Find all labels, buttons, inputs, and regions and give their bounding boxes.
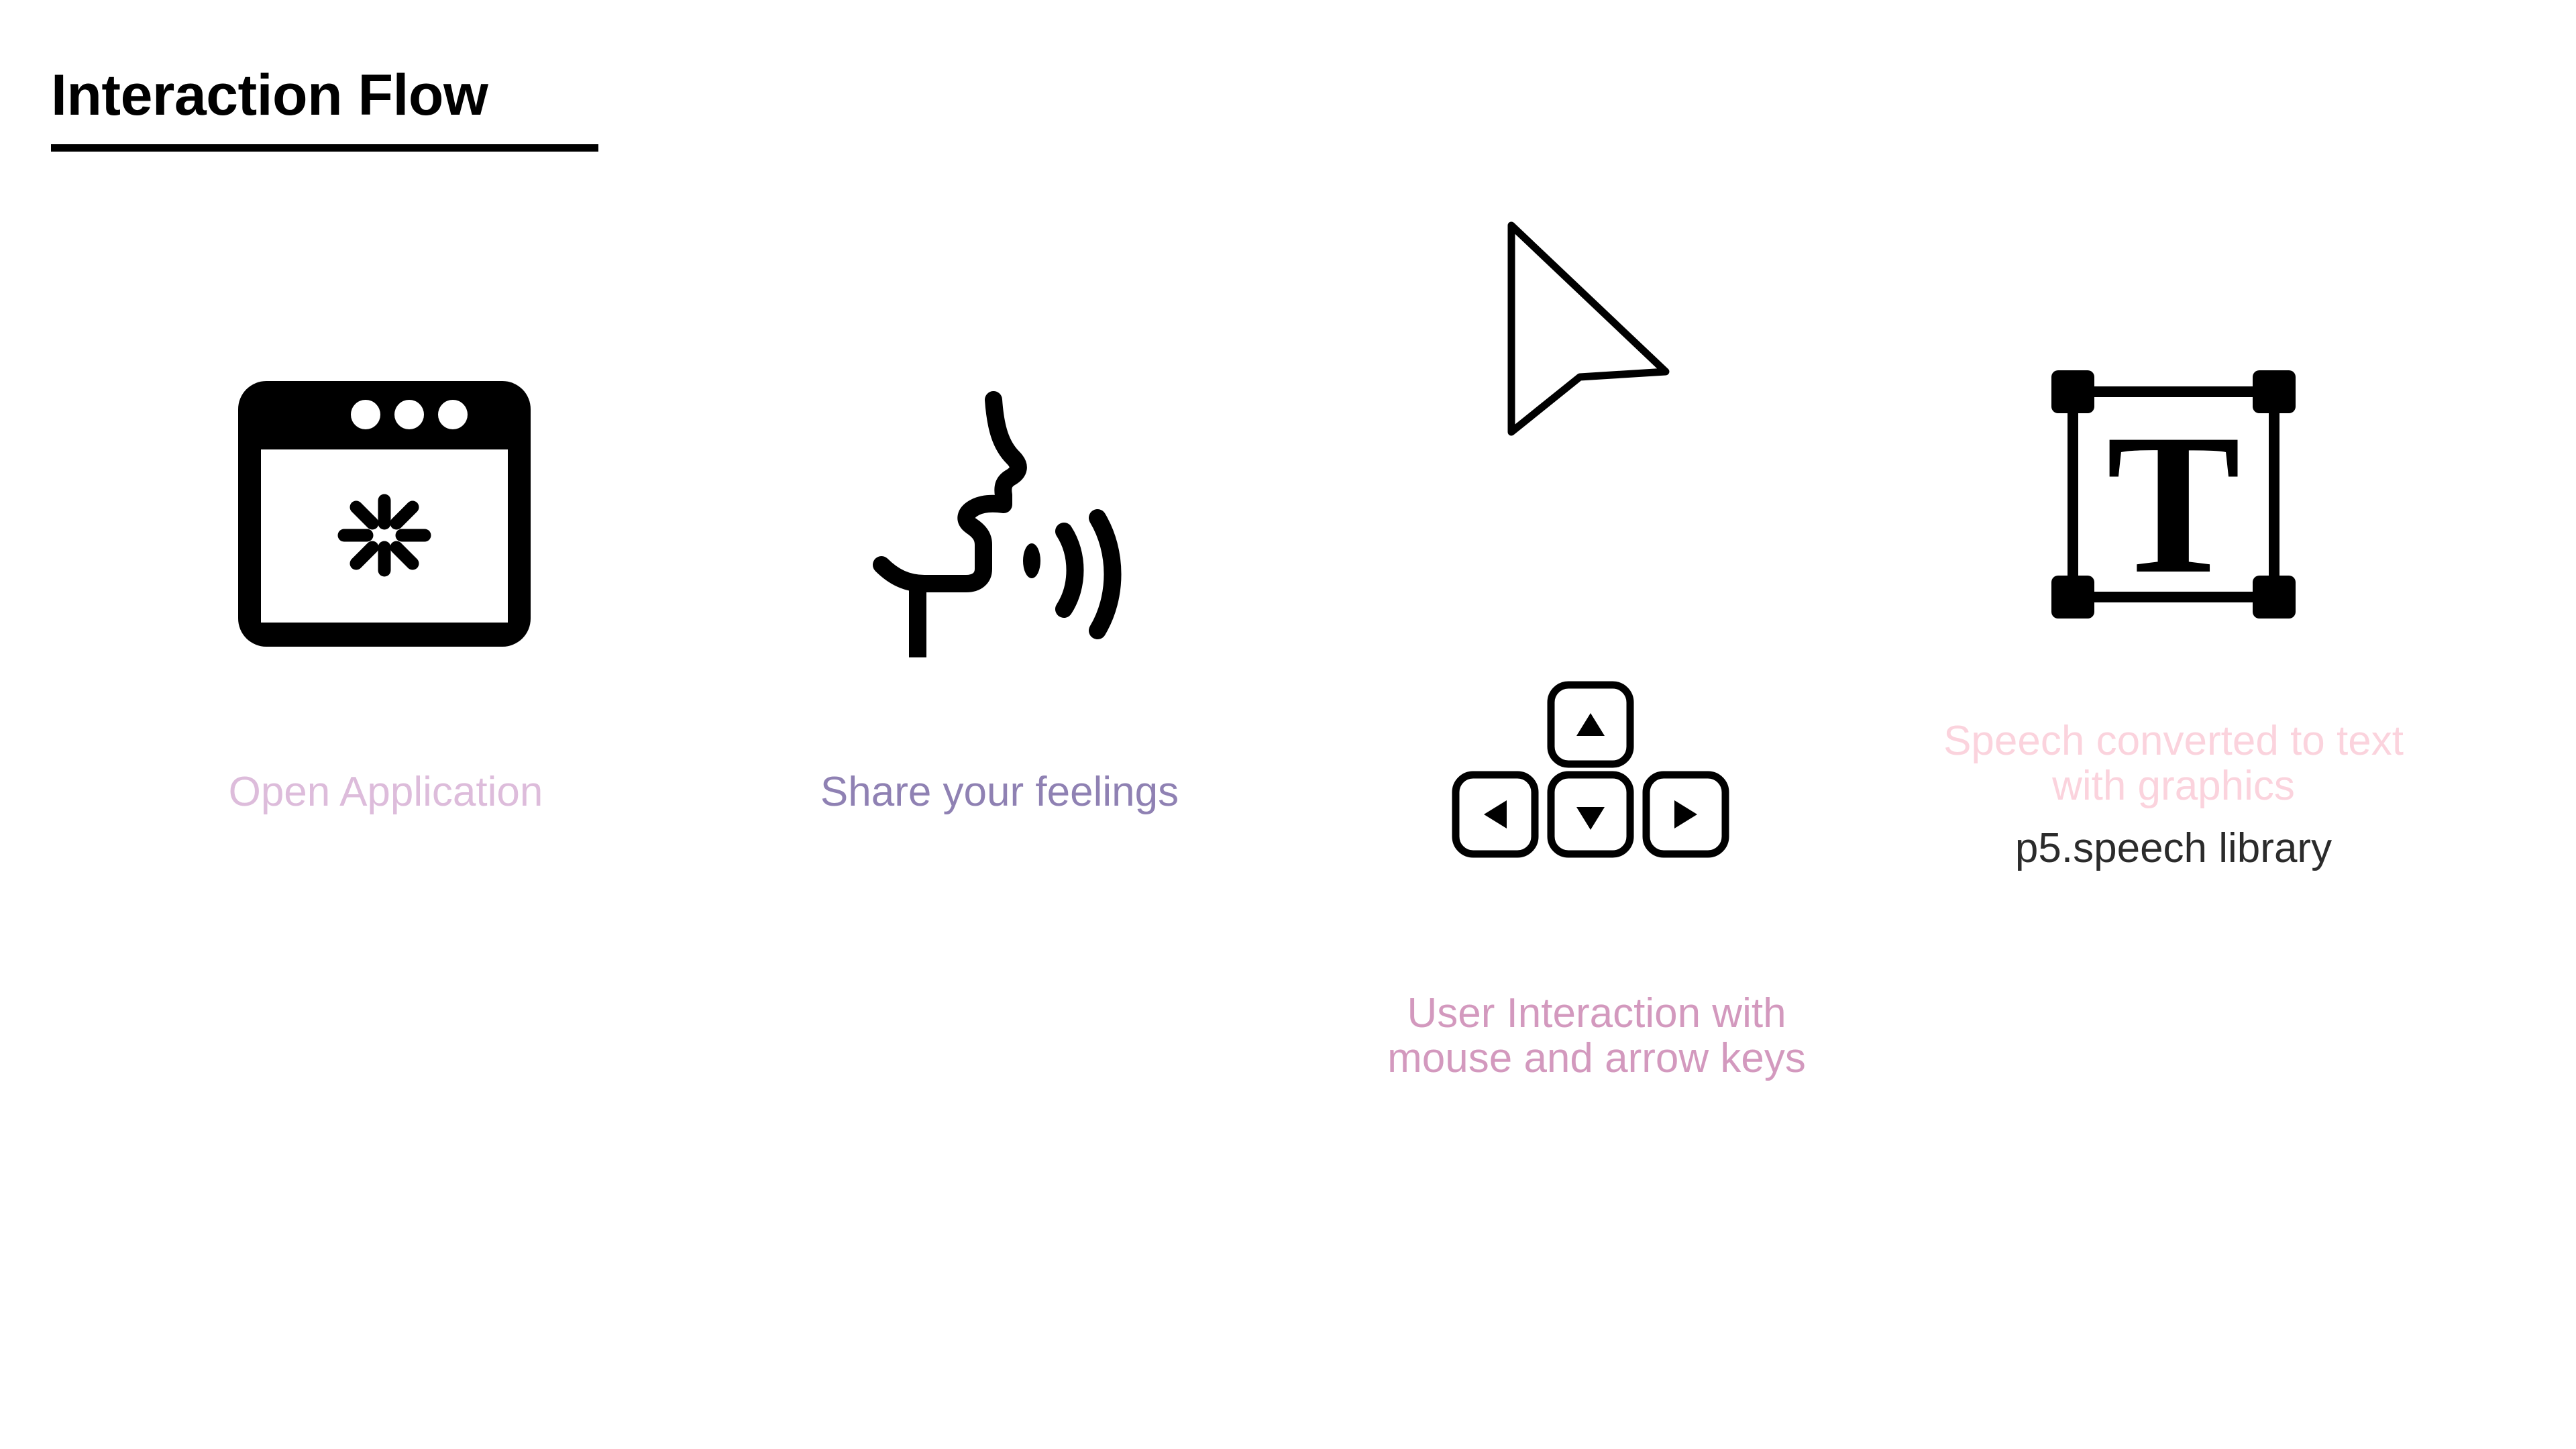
caption-share-feelings: Share your feelings: [820, 769, 1179, 815]
caption-speech-to-text: Speech converted to text with graphics: [1943, 718, 2404, 809]
step-speech-to-text: T: [2051, 370, 2296, 619]
mouse-cursor-icon: [1507, 221, 1670, 436]
caption-open-application: Open Application: [228, 769, 543, 815]
step-user-interaction-arrow-keys: [1449, 681, 1744, 862]
page-title: Interaction Flow: [51, 63, 488, 127]
letter-t-glyph: T: [2106, 392, 2241, 615]
speaking-head-soundwaves-icon: [873, 391, 1122, 657]
text-box-selection-icon: T: [2051, 370, 2296, 619]
arrow-keys-icon: [1452, 681, 1729, 858]
caption-user-interaction: User Interaction with mouse and arrow ke…: [1387, 990, 1806, 1081]
step-share-feelings: [852, 376, 1134, 657]
step-open-application: [238, 381, 531, 647]
page-title-block: Interaction Flow: [51, 64, 722, 152]
caption-p5-speech-library: p5.speech library: [2015, 825, 2332, 871]
browser-window-loading-icon: [238, 381, 531, 647]
title-underline-rule: [51, 144, 598, 152]
step-user-interaction-cursor: [1506, 221, 1674, 436]
